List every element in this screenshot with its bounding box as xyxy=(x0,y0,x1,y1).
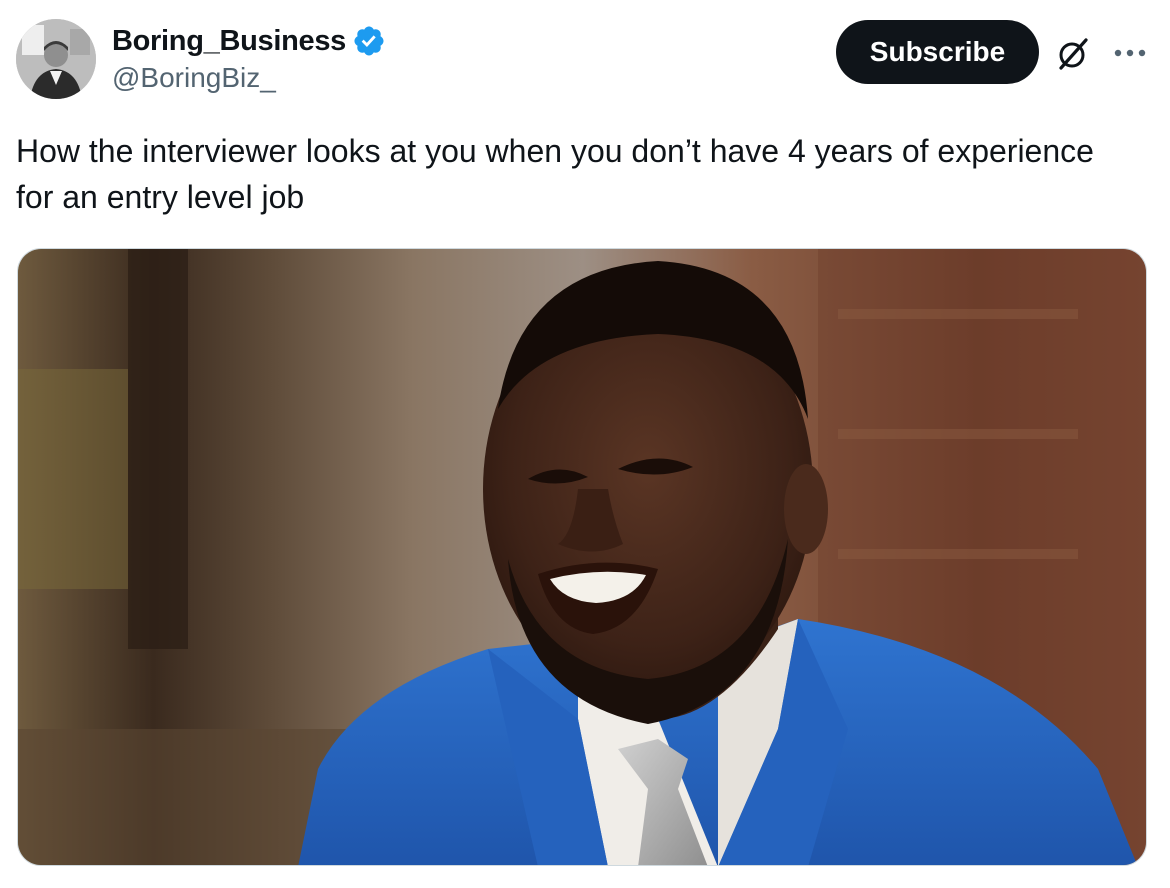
tweet: Boring_Business @BoringBiz_ Subscribe Ho… xyxy=(0,0,1170,888)
author-handle[interactable]: @BoringBiz_ xyxy=(112,62,386,94)
tweet-media-photo[interactable] xyxy=(17,248,1147,866)
tweet-text: How the interviewer looks at you when yo… xyxy=(16,133,1094,215)
author-display-name[interactable]: Boring_Business xyxy=(112,25,346,58)
more-options-icon[interactable] xyxy=(1112,38,1148,68)
name-row: Boring_Business xyxy=(112,24,386,58)
author-avatar[interactable] xyxy=(16,19,96,99)
grok-icon[interactable] xyxy=(1054,35,1092,73)
subscribe-button[interactable]: Subscribe xyxy=(836,20,1039,84)
verified-badge-icon[interactable] xyxy=(352,24,386,58)
author-block: Boring_Business @BoringBiz_ xyxy=(112,24,386,94)
